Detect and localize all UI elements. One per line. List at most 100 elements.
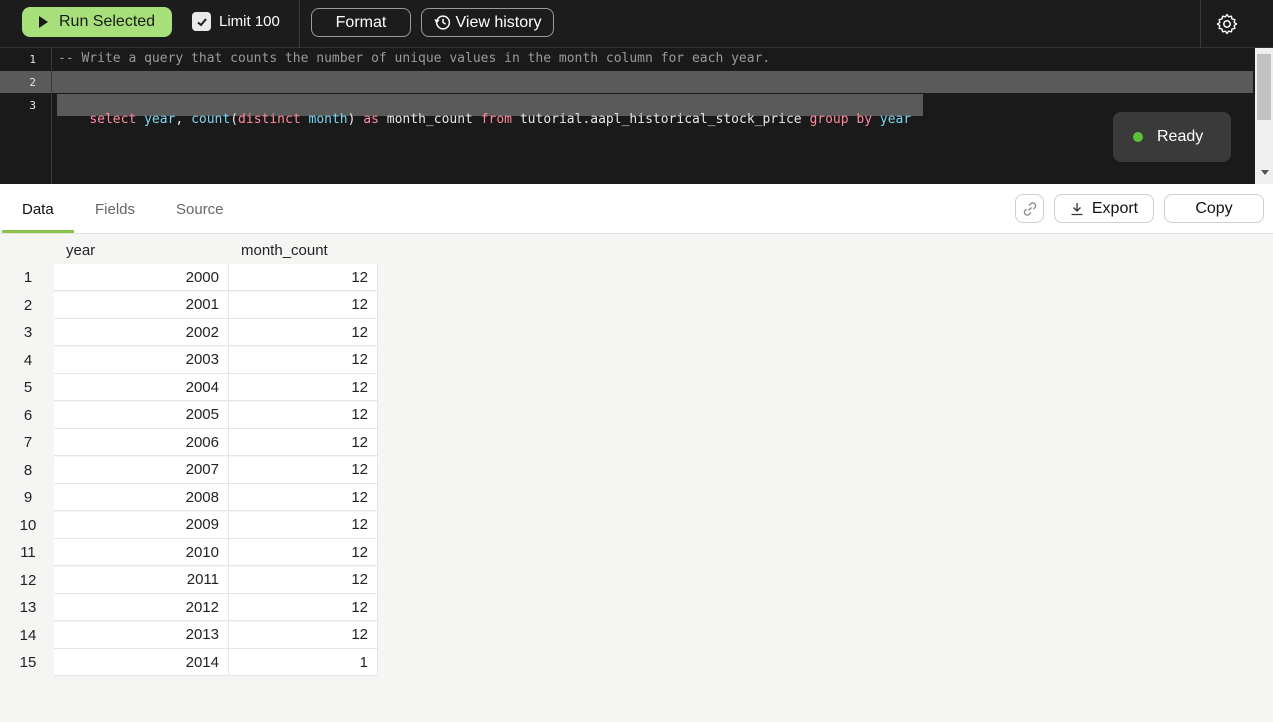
export-button[interactable]: Export	[1054, 194, 1154, 223]
cell-year[interactable]: 2000	[54, 264, 229, 291]
status-label: Ready	[1157, 128, 1204, 145]
format-label: Format	[335, 13, 387, 31]
table-row[interactable]: 14 2013 12	[2, 621, 378, 649]
limit-toggle[interactable]: Limit 100	[192, 12, 280, 31]
export-label: Export	[1091, 199, 1139, 217]
table-row[interactable]: 7 2006 12	[2, 429, 378, 456]
cell-month-count[interactable]: 12	[229, 484, 378, 511]
sql-identifier: year	[144, 112, 176, 127]
share-link-button[interactable]	[1015, 194, 1044, 223]
sql-text: ,	[175, 112, 192, 127]
cell-year[interactable]: 2013	[54, 621, 229, 649]
cell-year[interactable]: 2003	[54, 346, 229, 374]
table-row[interactable]: 13 2012 12	[2, 594, 378, 621]
cell-year[interactable]: 2009	[54, 511, 229, 539]
cell-year[interactable]: 2006	[54, 429, 229, 456]
table-row[interactable]: 12 2011 12	[2, 566, 378, 594]
table-row[interactable]: 1 2000 12	[2, 264, 378, 291]
sql-text: (	[230, 112, 239, 127]
code-line-3[interactable]: select year, count(distinct month) as mo…	[58, 97, 911, 142]
table-row[interactable]: 3 2002 12	[2, 319, 378, 346]
tab-data[interactable]: Data	[22, 201, 54, 218]
cell-month-count[interactable]: 1	[229, 649, 378, 676]
table-row[interactable]: 8 2007 12	[2, 456, 378, 484]
sql-editor[interactable]: 1 2 3 -- Write a query that counts the n…	[0, 48, 1273, 184]
sql-identifier: year	[879, 112, 912, 127]
format-button[interactable]: Format	[311, 8, 411, 37]
view-history-label: View history	[455, 13, 542, 31]
gear-icon[interactable]	[1215, 12, 1239, 36]
copy-button[interactable]: Copy	[1164, 194, 1264, 223]
table-row[interactable]: 9 2008 12	[2, 484, 378, 511]
cell-year[interactable]: 2008	[54, 484, 229, 511]
table-row[interactable]: 2 2001 12	[2, 291, 378, 319]
status-dot-icon	[1133, 132, 1143, 142]
query-toolbar: Run Selected Limit 100 Format View histo…	[0, 0, 1273, 48]
table-row[interactable]: 15 2014 1	[2, 649, 378, 676]
row-number: 6	[23, 406, 33, 424]
row-number: 11	[20, 544, 36, 561]
sql-identifier: month	[308, 112, 348, 127]
download-icon	[1071, 202, 1083, 215]
view-history-button[interactable]: View history	[421, 8, 554, 37]
table-row[interactable]: 6 2005 12	[2, 401, 378, 429]
sql-text: tutorial.aapl_historical_stock_price	[512, 112, 810, 127]
table-row[interactable]: 10 2009 12	[2, 511, 378, 539]
cell-month-count[interactable]: 12	[229, 594, 378, 621]
cell-month-count[interactable]: 12	[229, 539, 378, 566]
cell-year[interactable]: 2001	[54, 291, 229, 319]
cell-year[interactable]: 2004	[54, 374, 229, 401]
row-number: 9	[23, 489, 33, 506]
run-selected-button[interactable]: Run Selected	[22, 7, 172, 37]
cell-month-count[interactable]: 12	[229, 346, 378, 374]
cell-month-count[interactable]: 12	[229, 264, 378, 291]
column-header-month-count[interactable]: month_count	[241, 236, 328, 264]
cell-month-count[interactable]: 12	[229, 291, 378, 319]
table-row[interactable]: 4 2003 12	[2, 346, 378, 374]
cell-month-count[interactable]: 12	[229, 319, 378, 346]
play-icon	[39, 16, 48, 28]
cell-year[interactable]: 2012	[54, 594, 229, 621]
limit-label: Limit 100	[219, 13, 280, 30]
scroll-down-arrow-icon[interactable]	[1261, 170, 1269, 175]
cell-month-count[interactable]: 12	[229, 511, 378, 539]
cell-month-count[interactable]: 12	[229, 456, 378, 484]
table-row[interactable]: 11 2010 12	[2, 539, 378, 566]
table-row[interactable]: 5 2004 12	[2, 374, 378, 401]
line-gutter: 1 2 3	[0, 48, 52, 184]
run-selected-label: Run Selected	[59, 13, 156, 30]
cell-year[interactable]: 2011	[54, 566, 229, 594]
cell-month-count[interactable]: 12	[229, 621, 378, 649]
cell-month-count[interactable]: 12	[229, 429, 378, 456]
row-number: 2	[23, 296, 33, 314]
tab-fields[interactable]: Fields	[95, 201, 135, 218]
row-number: 14	[19, 626, 37, 644]
code-line-1[interactable]: -- Write a query that counts the number …	[58, 51, 770, 66]
tab-source[interactable]: Source	[176, 201, 224, 218]
cell-year[interactable]: 2005	[54, 401, 229, 429]
line-number: 2	[29, 76, 36, 89]
cell-year[interactable]: 2002	[54, 319, 229, 346]
history-icon	[433, 15, 450, 30]
cell-month-count[interactable]: 12	[229, 401, 378, 429]
cell-month-count[interactable]: 12	[229, 374, 378, 401]
cell-year[interactable]: 2007	[54, 456, 229, 484]
limit-checkbox[interactable]	[192, 12, 211, 31]
cell-year[interactable]: 2014	[54, 649, 229, 676]
active-tab-indicator	[2, 230, 74, 233]
row-number: 8	[23, 461, 33, 479]
row-number: 7	[23, 434, 33, 451]
sql-keyword: select	[89, 112, 137, 127]
status-badge: Ready	[1113, 112, 1231, 162]
row-number: 13	[19, 599, 37, 616]
scrollbar-thumb[interactable]	[1257, 54, 1271, 120]
editor-scrollbar[interactable]	[1255, 48, 1273, 184]
cell-year[interactable]: 2010	[54, 539, 229, 566]
line-number: 1	[29, 53, 36, 66]
column-header-year[interactable]: year	[66, 236, 95, 264]
toolbar-divider	[299, 0, 300, 48]
cell-month-count[interactable]: 12	[229, 566, 378, 594]
